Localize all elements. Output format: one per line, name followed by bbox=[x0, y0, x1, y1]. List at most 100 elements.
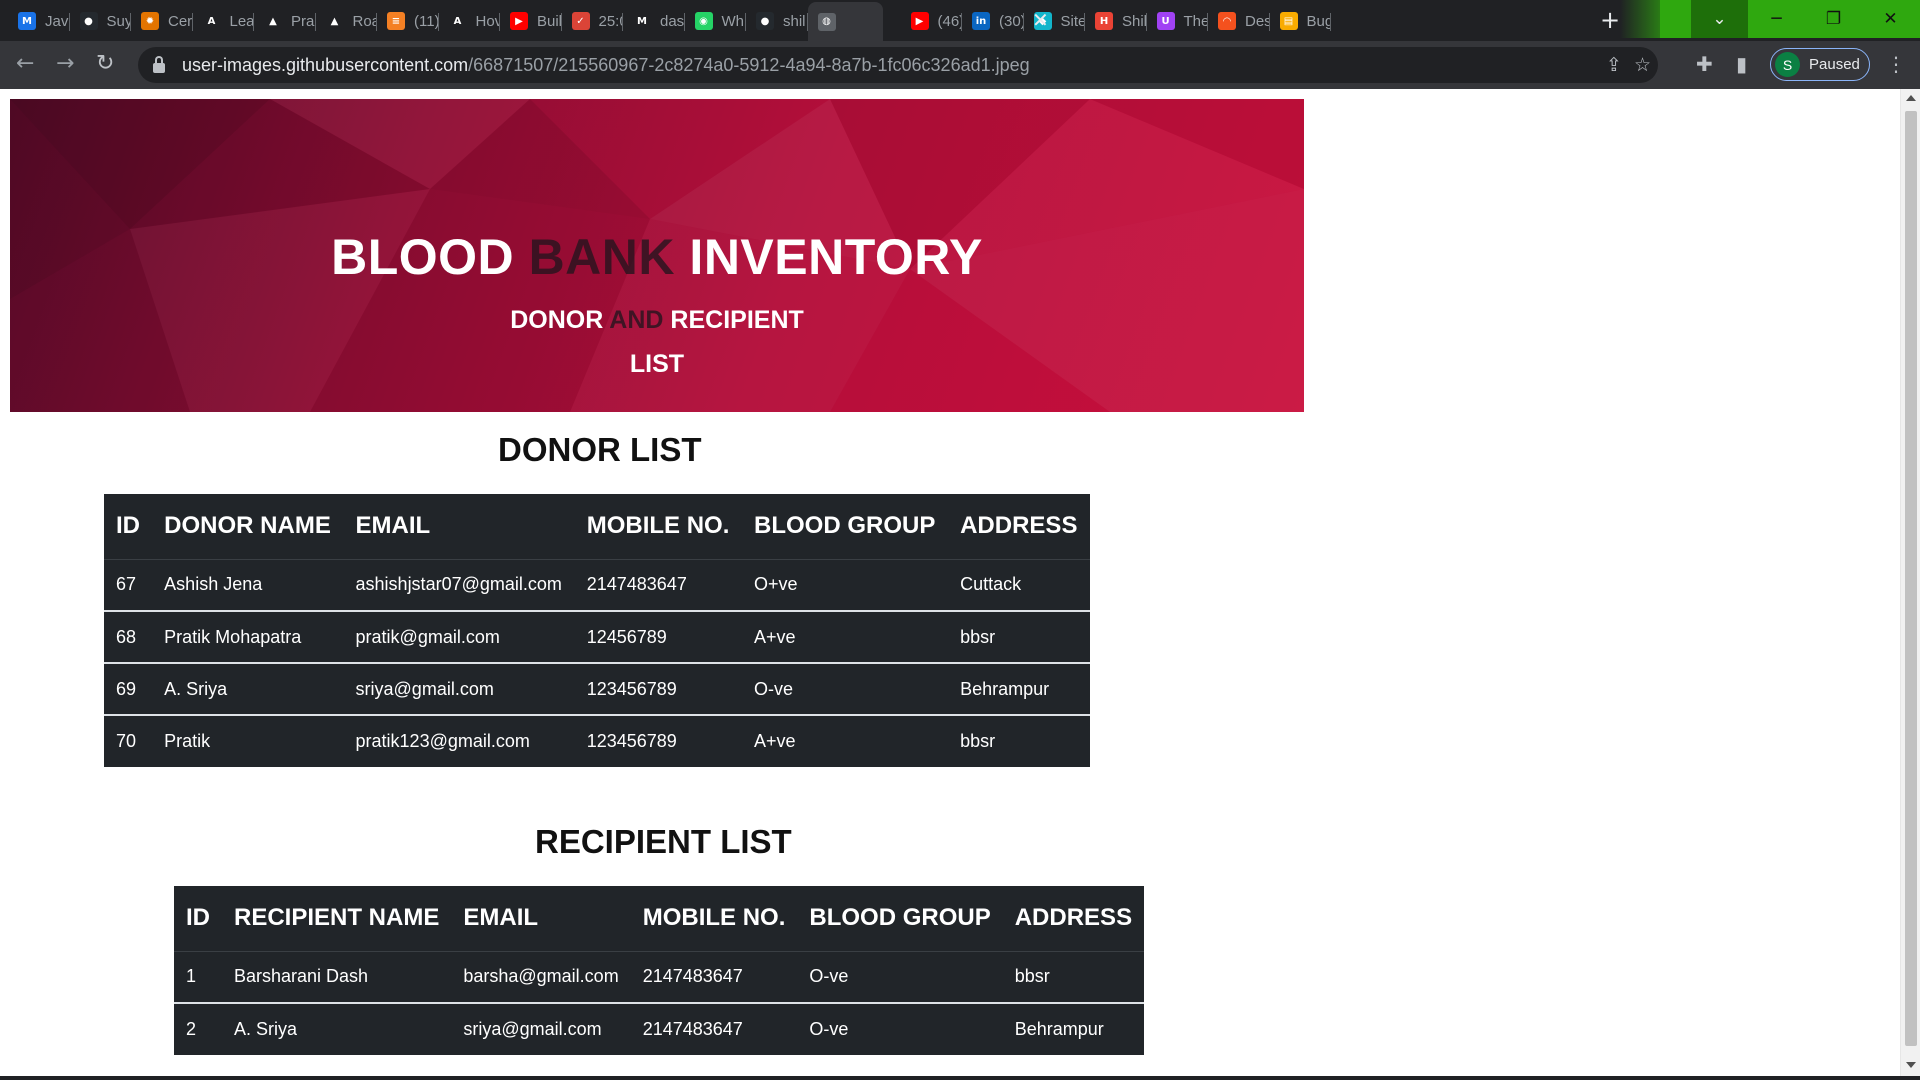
browser-tab[interactable]: ◍ bbox=[807, 2, 883, 41]
browser-tab[interactable]: M Java bbox=[8, 4, 70, 38]
forward-button[interactable]: → bbox=[56, 52, 74, 76]
browser-tab[interactable]: ≡ (11) bbox=[377, 4, 439, 38]
browser-tab[interactable]: H Shil bbox=[1085, 4, 1147, 38]
tab-title: The bbox=[1183, 12, 1209, 30]
stackoverflow-icon: ≡ bbox=[387, 12, 405, 30]
table-cell: A. Sriya bbox=[152, 662, 344, 715]
browser-tab[interactable]: ▲ Roa bbox=[316, 4, 378, 38]
codechef-icon: A bbox=[202, 12, 221, 30]
back-button[interactable]: ← bbox=[16, 52, 34, 76]
m-logo-icon: M bbox=[633, 12, 651, 30]
table-row: 68 Pratik Mohapatra pratik@gmail.com 124567… bbox=[104, 610, 1090, 663]
scrollbar-thumb[interactable] bbox=[1905, 111, 1917, 1046]
browser-tab[interactable]: ▶ Buil bbox=[500, 4, 562, 38]
browser-tab[interactable]: in (30) bbox=[962, 4, 1024, 38]
hero-subtitle-word: DONOR bbox=[510, 306, 604, 334]
table-cell: sriya@gmail.com bbox=[343, 662, 575, 715]
reload-button[interactable]: ↻ bbox=[96, 52, 114, 76]
address-bar[interactable]: user-images.githubusercontent.com/668715… bbox=[138, 47, 1658, 83]
donor-list-title: DONOR LIST bbox=[498, 431, 702, 468]
table-cell: sriya@gmail.com bbox=[451, 1002, 631, 1055]
side-panel-icon[interactable]: ▮ bbox=[1736, 53, 1747, 75]
table-cell: A+ve bbox=[742, 714, 949, 767]
column-header: MOBILE NO. bbox=[642, 904, 786, 932]
hero-subtitle-word: AND bbox=[609, 306, 664, 334]
scroll-down-arrow-icon[interactable] bbox=[1906, 1062, 1916, 1068]
vertical-scrollbar[interactable] bbox=[1900, 89, 1920, 1080]
table-row: 70 Pratik pratik123@gmail.com 123456789 A+ve… bbox=[104, 714, 1090, 767]
hero-subtitle: DONOR AND RECIPIENT bbox=[10, 306, 1304, 335]
browser-tab[interactable]: ▲ Pra bbox=[254, 4, 316, 38]
browser-tab[interactable]: ▤ Bug bbox=[1270, 4, 1332, 38]
browser-tab[interactable]: Mdast bbox=[623, 4, 685, 38]
whatsapp-icon: ◉ bbox=[694, 12, 713, 30]
browser-tab[interactable]: ● Suy bbox=[70, 4, 131, 38]
tab-title: Roa bbox=[352, 12, 378, 30]
youtube-icon: ▶ bbox=[910, 12, 929, 30]
browser-tab[interactable]: A Lea bbox=[193, 4, 254, 38]
hero-title-word: BLOOD bbox=[331, 229, 515, 285]
table-cell: O-ve bbox=[742, 662, 949, 715]
column-header: ID bbox=[186, 904, 210, 932]
restore-button[interactable]: ❐ bbox=[1805, 0, 1862, 38]
column-header: ADDRESS bbox=[1014, 904, 1133, 932]
minimize-button[interactable]: ─ bbox=[1748, 0, 1805, 38]
book-icon: ▤ bbox=[1279, 12, 1298, 30]
tab-title: Buil bbox=[537, 12, 562, 30]
tab-title: Cer bbox=[168, 12, 193, 30]
tab-title: (30) bbox=[999, 12, 1024, 30]
recipient-list-title: RECIPIENT LIST bbox=[535, 823, 792, 860]
table-cell: ashishjstar07@gmail.com bbox=[343, 558, 575, 611]
browser-tab[interactable]: A Hov bbox=[439, 4, 500, 38]
tab-title: 25:0 bbox=[598, 12, 624, 30]
table-row: 69 A. Sriya sriya@gmail.com 123456789 O-ve Be… bbox=[104, 662, 1090, 715]
lock-icon[interactable] bbox=[153, 56, 165, 73]
bottom-edge bbox=[0, 1076, 1920, 1080]
extensions-icon[interactable]: ✚ bbox=[1696, 53, 1713, 75]
close-tab-icon[interactable]: ✕ bbox=[1032, 9, 1049, 31]
column-header: ADDRESS bbox=[960, 512, 1078, 540]
tab-strip: MJava●Suy✹CerALea▲Pra▲Roa≡(11)AHov▶Buil✓… bbox=[0, 0, 1920, 41]
scroll-up-arrow-icon[interactable] bbox=[1906, 95, 1916, 101]
profile-button[interactable]: S Paused bbox=[1770, 48, 1870, 81]
tab-title: Java bbox=[45, 12, 70, 30]
new-tab-button[interactable]: + bbox=[1600, 8, 1620, 32]
table-cell: Pratik Mohapatra bbox=[152, 610, 344, 663]
hero-subtitle-line-2: LIST bbox=[629, 350, 685, 378]
browser-tab[interactable]: ◠ Des bbox=[1208, 4, 1270, 38]
browser-menu-icon[interactable]: ⋮ bbox=[1886, 53, 1906, 75]
browser-tab[interactable]: U The bbox=[1147, 4, 1209, 38]
tab-title: Bug bbox=[1306, 12, 1332, 30]
url-text[interactable]: user-images.githubusercontent.com/668715… bbox=[182, 55, 1030, 76]
close-window-button[interactable]: ✕ bbox=[1862, 0, 1919, 38]
bookmark-star-icon[interactable]: ☆ bbox=[1634, 54, 1651, 76]
browser-tab[interactable]: ✹ Cer bbox=[131, 4, 193, 38]
browser-toolbar: ← → ↻ user-images.githubusercontent.com/… bbox=[0, 41, 1920, 89]
tab-title: Shil bbox=[1122, 12, 1147, 30]
linkedin-icon: in bbox=[972, 12, 990, 30]
share-icon[interactable]: ⇪ bbox=[1606, 54, 1622, 76]
tab-title: dast bbox=[660, 12, 685, 30]
table-cell: Barsharani Dash bbox=[222, 950, 452, 1003]
table-cell: 2147483647 bbox=[630, 1002, 798, 1055]
table-row: 67 Ashish Jena ashishjstar07@gmail.com 2147… bbox=[104, 558, 1090, 611]
column-header: BLOOD GROUP bbox=[754, 512, 936, 540]
hero-title-word: INVENTORY bbox=[689, 229, 983, 285]
table-cell: 68 bbox=[104, 610, 153, 663]
table-cell: Behrampur bbox=[1002, 1002, 1145, 1055]
table-cell: 67 bbox=[104, 558, 153, 611]
column-header: RECIPIENT NAME bbox=[234, 904, 440, 932]
browser-tab[interactable]: ● shil bbox=[746, 4, 808, 38]
browser-tab[interactable]: ◉ Wh bbox=[685, 4, 746, 38]
table-cell: Cuttack bbox=[948, 558, 1090, 611]
tab-search-button[interactable]: ⌄ bbox=[1691, 0, 1748, 38]
hero-title-word: BANK bbox=[528, 229, 676, 285]
tab-title: Wh bbox=[721, 12, 745, 30]
browser-tab[interactable]: ✓ 25:0 bbox=[562, 4, 624, 38]
table-cell: 70 bbox=[104, 714, 153, 767]
table-cell: 69 bbox=[104, 662, 153, 715]
tab-title: (11) bbox=[414, 12, 439, 30]
table-cell: 2147483647 bbox=[574, 558, 742, 611]
codechef-icon: A bbox=[448, 12, 467, 30]
browser-tab[interactable]: ▶ (46) bbox=[901, 4, 962, 38]
